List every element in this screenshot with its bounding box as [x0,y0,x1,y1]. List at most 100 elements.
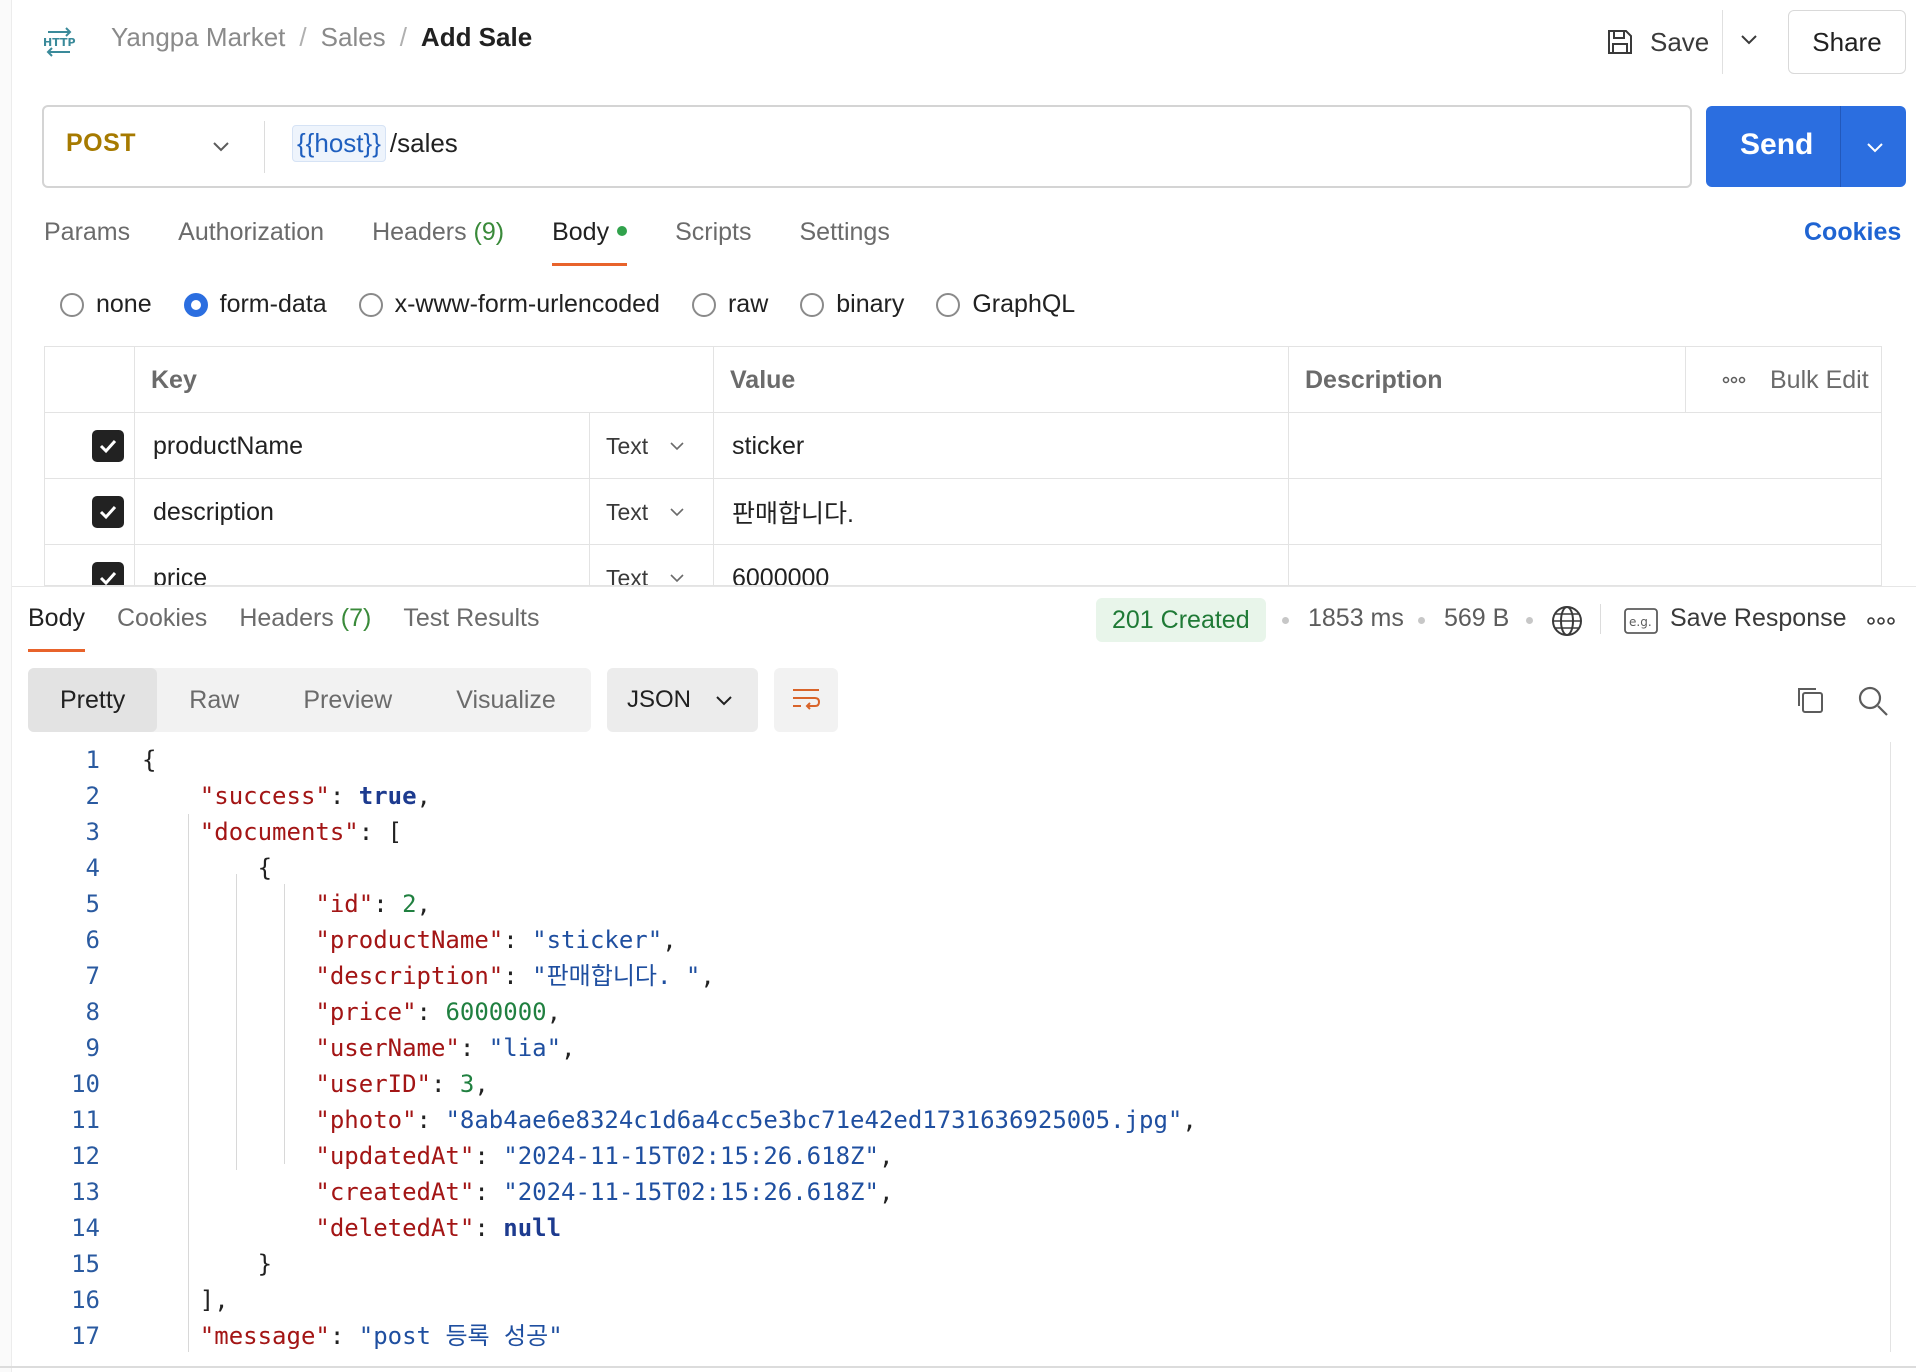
url-input[interactable]: {{host}} /sales [292,125,458,162]
radio-button[interactable] [691,292,716,317]
request-title[interactable]: Add Sale [421,22,532,53]
key-column-header: Key [135,347,714,413]
code-line: 16 ], [28,1282,229,1318]
tab-body[interactable]: Body [552,218,628,266]
scroll-track[interactable] [1890,742,1891,1352]
chevron-down-icon[interactable] [1864,136,1886,158]
chevron-down-icon[interactable] [1738,28,1760,50]
url-variable[interactable]: {{host}} [292,125,386,162]
line-number: 15 [71,1250,100,1278]
code-line: 13 "createdAt": "2024-11-15T02:15:26.618… [28,1174,893,1210]
tab-label: Test Results [403,604,540,632]
format-select[interactable]: JSON [607,668,758,732]
response-tab-test-results[interactable]: Test Results [403,604,539,652]
row-checkbox-cell [45,545,135,585]
row-checkbox[interactable] [92,562,124,585]
radio-raw[interactable]: raw [691,290,768,319]
wrap-lines-button[interactable] [774,668,838,732]
view-pretty-button[interactable]: Pretty [28,668,158,732]
copy-icon[interactable] [1794,684,1826,716]
radio-button[interactable] [800,292,825,317]
code-line: 12 "updatedAt": "2024-11-15T02:15:26.618… [28,1138,893,1174]
type-select[interactable]: Text [590,413,714,479]
more-icon[interactable] [1866,616,1896,626]
radio-button[interactable] [60,292,84,317]
radio-button[interactable] [358,292,383,317]
code-line: 17 "message": "post 등록 성공" [28,1318,563,1352]
key-cell[interactable]: productName [135,413,590,479]
code-line: 11 "photo": "8ab4ae6e8324c1d6a4cc5e3bc71… [28,1102,1197,1138]
example-icon: e.g. [1624,608,1658,634]
tab-label: Headers [239,604,334,632]
radio-label: binary [836,290,905,318]
radio-label: none [96,290,152,318]
tab-scripts[interactable]: Scripts [675,218,751,266]
view-preview-button[interactable]: Preview [271,668,424,732]
checkmark-icon [99,505,117,520]
radio-urlencoded[interactable]: x-www-form-urlencoded [358,290,660,319]
row-checkbox[interactable] [92,496,124,528]
type-select[interactable]: Text [590,479,714,545]
description-cell[interactable] [1289,545,1881,585]
view-raw-button[interactable]: Raw [157,668,271,732]
type-label: Text [606,498,649,525]
line-number: 14 [71,1214,100,1242]
code-line: 1{ [28,742,157,778]
line-number: 8 [85,998,100,1026]
breadcrumb-item-folder[interactable]: Sales [321,22,386,53]
breadcrumb-item-collection[interactable]: Yangpa Market [111,22,285,53]
chevron-down-icon[interactable] [210,135,232,157]
cookies-link[interactable]: Cookies [1804,218,1901,247]
tab-label: Headers [372,218,467,246]
description-cell[interactable] [1289,479,1881,545]
method-select[interactable]: POST [66,129,136,158]
url-path[interactable]: /sales [390,128,458,159]
radio-button[interactable] [936,292,961,317]
radio-none[interactable]: none [60,290,152,319]
response-size[interactable]: 569 B [1444,604,1509,633]
panel-divider[interactable] [12,586,1916,587]
type-select[interactable]: Text [590,545,714,585]
value-cell[interactable]: 판매합니다. [714,479,1289,545]
save-response-button[interactable]: Save Response [1670,604,1847,633]
radio-binary[interactable]: binary [800,290,904,319]
response-tab-cookies[interactable]: Cookies [117,604,207,652]
send-button[interactable]: Send [1706,106,1906,187]
svg-text:HTTP: HTTP [43,36,76,49]
globe-icon[interactable] [1550,604,1584,638]
value-cell[interactable]: 6000000 [714,545,1289,585]
key-cell[interactable]: description [135,479,590,545]
value-column-header: Value [714,347,1289,413]
key-cell[interactable]: price [135,545,590,585]
http-icon: HTTP [43,27,76,57]
save-button[interactable]: Save [1604,22,1709,62]
radio-form-data[interactable]: form-data [183,290,327,319]
bulk-edit-button[interactable]: Bulk Edit [1686,347,1881,413]
save-icon [1608,30,1632,54]
radio-button[interactable] [183,292,208,317]
separator-dot [1282,617,1289,624]
response-tab-body[interactable]: Body [28,604,85,652]
more-icon[interactable] [1722,376,1746,384]
tab-authorization[interactable]: Authorization [178,218,324,266]
code-line: 10 "userID": 3, [28,1066,489,1102]
row-checkbox[interactable] [92,430,124,462]
tab-settings[interactable]: Settings [799,218,889,266]
search-icon[interactable] [1856,684,1890,718]
value-cell[interactable]: sticker [714,413,1289,479]
share-button[interactable]: Share [1788,10,1906,74]
radio-graphql[interactable]: GraphQL [936,290,1075,319]
bottom-border [0,1366,1916,1368]
response-body-code[interactable]: 1{ 2 "success": true, 3 "documents": [ 4… [28,742,1888,1352]
tab-label: Settings [799,218,890,246]
response-time[interactable]: 1853 ms [1308,604,1404,633]
description-cell[interactable] [1289,413,1881,479]
tab-params[interactable]: Params [44,218,130,266]
radio-label: x-www-form-urlencoded [394,290,660,318]
response-tab-headers[interactable]: Headers (7) [239,604,371,652]
body-type-radios: none form-data x-www-form-urlencoded raw… [60,290,1107,319]
divider [1600,604,1601,634]
status-badge[interactable]: 201 Created [1096,598,1266,642]
view-visualize-button[interactable]: Visualize [424,668,588,732]
tab-headers[interactable]: Headers (9) [372,218,504,266]
